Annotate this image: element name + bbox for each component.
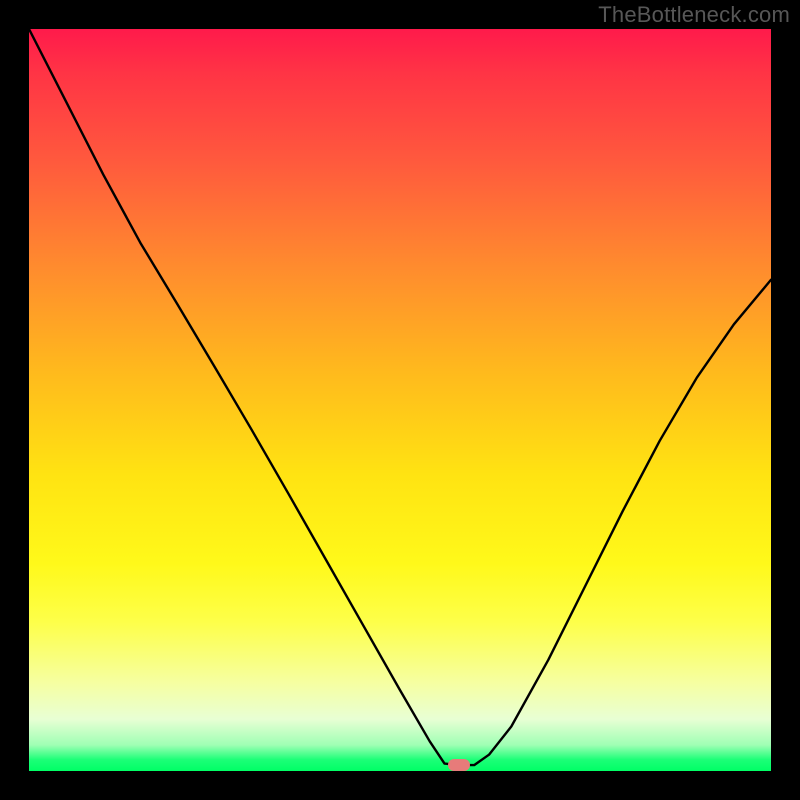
watermark-text: TheBottleneck.com — [598, 2, 790, 28]
bottleneck-curve — [29, 29, 771, 771]
optimum-marker — [448, 759, 470, 771]
curve-path — [29, 29, 771, 765]
chart-frame: TheBottleneck.com — [0, 0, 800, 800]
plot-area — [29, 29, 771, 771]
